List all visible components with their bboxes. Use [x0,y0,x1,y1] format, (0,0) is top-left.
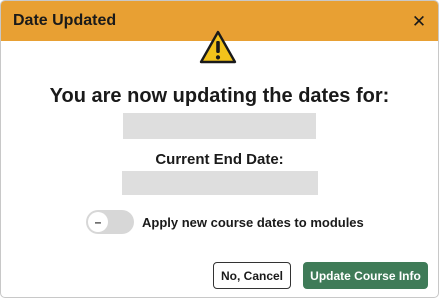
date-updated-dialog: Date Updated ✕ You are now updating the … [0,0,439,298]
dialog-heading: You are now updating the dates for: [49,85,390,107]
minus-icon: – [94,215,102,229]
current-end-date-placeholder [122,171,318,195]
toggle-knob: – [88,212,108,232]
update-course-info-button[interactable]: Update Course Info [303,262,428,289]
apply-dates-toggle-label: Apply new course dates to modules [142,214,364,230]
apply-dates-toggle-row: – Apply new course dates to modules [86,210,364,234]
dialog-title: Date Updated [13,12,117,29]
course-name-placeholder [123,113,316,139]
close-icon[interactable]: ✕ [410,13,428,30]
warning-triangle-icon [199,30,237,64]
cancel-button[interactable]: No, Cancel [213,262,291,289]
apply-dates-toggle[interactable]: – [86,210,134,234]
current-end-date-label: Current End Date: [155,151,284,168]
